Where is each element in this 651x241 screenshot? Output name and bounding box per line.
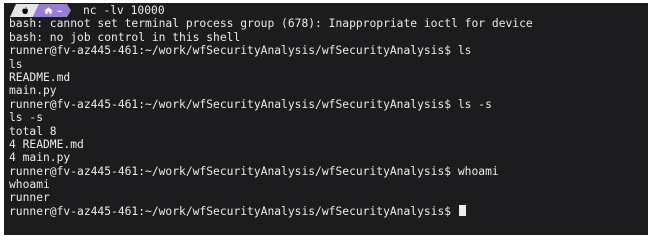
svg-text:~: ~ — [57, 7, 63, 17]
prompt-line: runner@fv-az445-461:~/work/wfSecurityAna… — [9, 164, 499, 178]
output-line: whoami — [9, 178, 50, 192]
text-cursor — [458, 204, 466, 216]
active-prompt-line[interactable]: runner@fv-az445-461:~/work/wfSecurityAna… — [9, 204, 648, 218]
active-prompt-text: runner@fv-az445-461:~/work/wfSecurityAna… — [9, 204, 458, 218]
output-line: total 8 — [9, 124, 57, 138]
prompt-line: runner@fv-az445-461:~/work/wfSecurityAna… — [9, 97, 492, 111]
output-line: README.md — [9, 70, 71, 84]
prompt-line: runner@fv-az445-461:~/work/wfSecurityAna… — [9, 44, 472, 58]
shell-prompt-segment: ~ — [10, 4, 71, 17]
nc-command-text: nc -lv 10000 — [83, 4, 165, 17]
output-line: 4 README.md — [9, 137, 84, 151]
output-line: runner — [9, 191, 50, 205]
output-line: ls -s — [9, 111, 44, 125]
output-line: ls — [9, 57, 23, 71]
output-line: 4 main.py — [9, 151, 71, 165]
output-line: main.py — [9, 84, 57, 98]
first-command-line: ~ nc -lv 10000 — [9, 4, 648, 17]
output-line: bash: cannot set terminal process group … — [9, 17, 533, 31]
terminal-window[interactable]: ~ nc -lv 10000 bash: cannot set terminal… — [4, 3, 648, 235]
output-line: bash: no job control in this shell — [9, 30, 241, 44]
